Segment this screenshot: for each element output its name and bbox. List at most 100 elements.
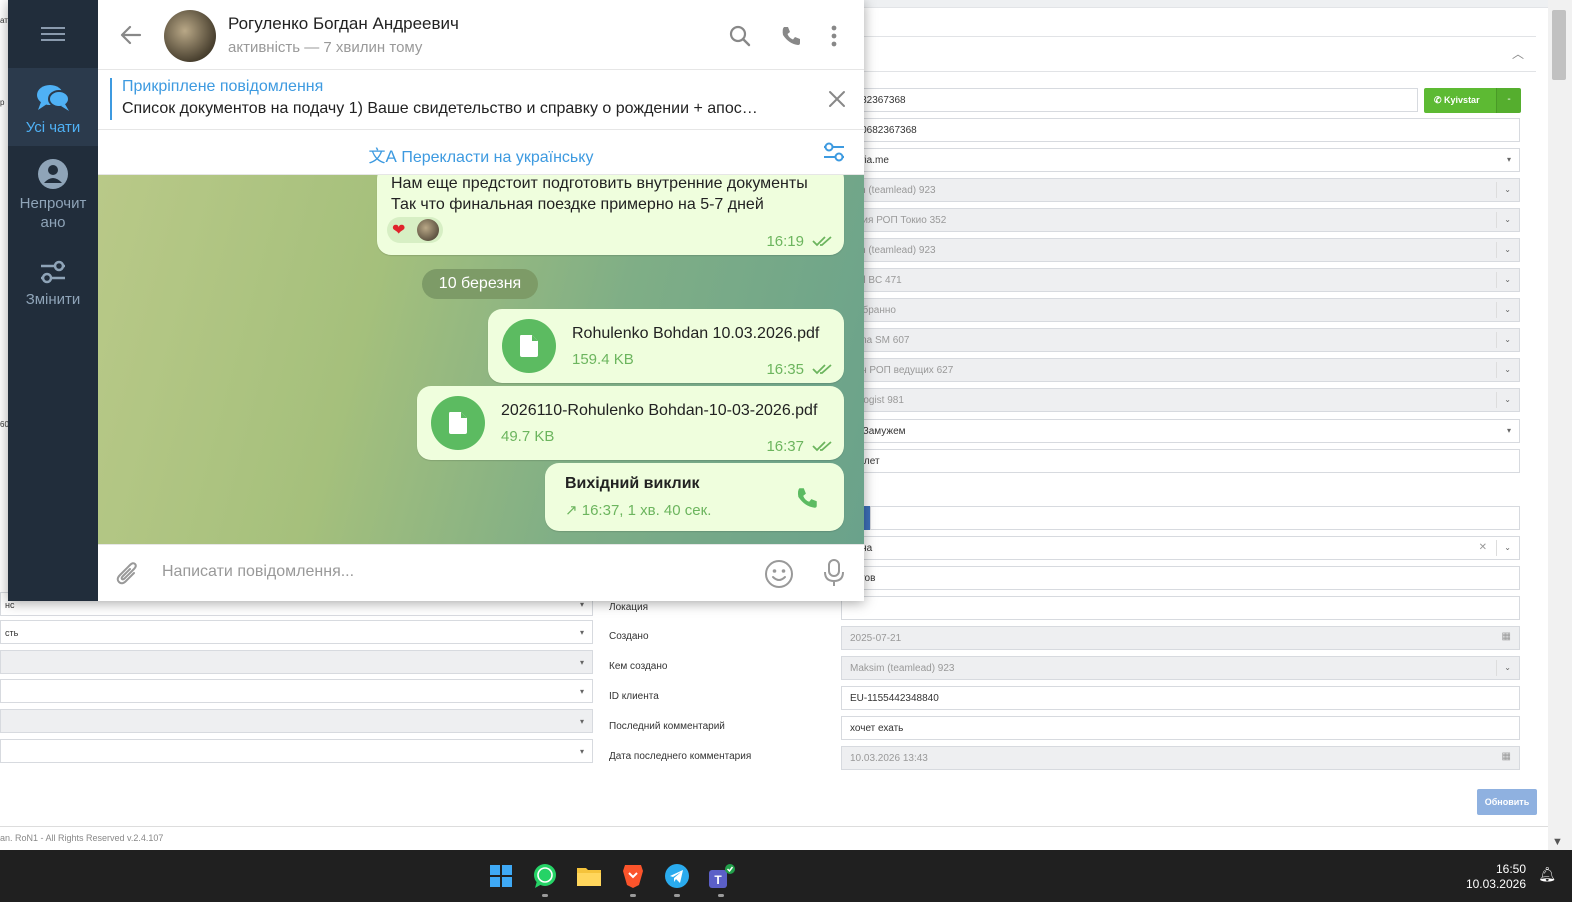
chevron-down-icon: ⌄: [1504, 365, 1511, 374]
message-time: 16:19: [766, 233, 804, 250]
edit-folders-icon: [41, 260, 65, 284]
refresh-button[interactable]: Обновить: [1477, 789, 1537, 815]
file-size: 159.4 KB: [572, 351, 634, 368]
client-id-field[interactable]: EU-1155442348840: [841, 686, 1520, 710]
close-icon[interactable]: [828, 90, 846, 108]
message-list[interactable]: Нам еще предстоит подготовить внутренние…: [98, 175, 864, 544]
document-icon: [449, 412, 467, 434]
file-name: Rohulenko Bohdan 10.03.2026.pdf: [572, 325, 820, 342]
search-icon[interactable]: [728, 24, 752, 48]
file-message[interactable]: Rohulenko Bohdan 10.03.2026.pdf 159.4 KB…: [488, 309, 844, 383]
folder-edit[interactable]: Змінити: [8, 258, 98, 318]
select-field[interactable]: выбранно ⌄: [841, 298, 1520, 322]
file-explorer-icon[interactable]: [574, 861, 604, 891]
translate-button[interactable]: 文A Перекласти на українську: [98, 142, 864, 167]
avatar[interactable]: [164, 10, 216, 62]
select-field[interactable]: erina SM 607 ⌄: [841, 328, 1520, 352]
kyivstar-dropdown-button[interactable]: -: [1496, 88, 1521, 113]
clear-icon[interactable]: ✕: [1479, 542, 1487, 553]
double-check-icon: [812, 236, 832, 247]
left-select[interactable]: сть ▾: [0, 620, 593, 644]
contact-status: активність — 7 хвилин тому: [228, 39, 423, 56]
translate-icon: 文A: [368, 147, 397, 166]
scrollbar-thumb[interactable]: [1552, 10, 1566, 80]
phone-icon[interactable]: [794, 485, 820, 511]
select-field[interactable]: sim (teamlead) 923 ⌄: [841, 238, 1520, 262]
chat-pane: Рогуленко Богдан Андреевич активність — …: [98, 0, 864, 601]
text-field[interactable]: нигов: [841, 566, 1520, 590]
clock[interactable]: 16:50 10.03.2026: [1466, 862, 1526, 892]
file-message[interactable]: 2026110-Rohulenko Bohdan-10-03-2026.pdf …: [417, 386, 844, 460]
windows-start-icon[interactable]: [486, 861, 516, 891]
select-field[interactable]: ат\Замужем ▾: [841, 419, 1520, 443]
page-scrollbar[interactable]: ▼: [1548, 0, 1572, 850]
field-value: сть: [5, 628, 19, 638]
brave-icon[interactable]: [618, 861, 648, 891]
text-field[interactable]: 16 лет: [841, 449, 1520, 473]
select-field[interactable]: омия РОП Токио 352 ⌄: [841, 208, 1520, 232]
clock-time: 16:50: [1495, 862, 1526, 876]
clock-date: 10.03.2026: [1465, 877, 1526, 891]
collapse-icon[interactable]: ︿: [1512, 45, 1524, 62]
translation-settings-icon[interactable]: [822, 140, 846, 164]
folder-all-chats[interactable]: Усі чати: [8, 68, 98, 146]
call-message[interactable]: Вихідний виклик ↗ 16:37, 1 хв. 40 сек.: [545, 463, 844, 531]
left-select[interactable]: ▾: [0, 709, 593, 733]
scroll-down-icon[interactable]: ▼: [1552, 836, 1563, 848]
reactions[interactable]: ❤: [387, 217, 443, 243]
chevron-down-icon: ⌄: [1504, 395, 1511, 404]
chat-header[interactable]: Рогуленко Богдан Андреевич активність — …: [98, 0, 864, 70]
whatsapp-icon[interactable]: [530, 861, 560, 891]
select-field[interactable]: garia.me ▾: [841, 148, 1520, 172]
last-comment-field[interactable]: хочет ехать: [841, 716, 1520, 740]
phone-field[interactable]: 0682367368: [841, 88, 1418, 112]
message-text: Нам еще предстоит подготовить внутренние…: [391, 175, 808, 215]
file-icon[interactable]: [502, 319, 556, 373]
phone-icon: ✆: [1434, 95, 1445, 105]
select-field[interactable]: hail BC 471 ⌄: [841, 268, 1520, 292]
message-input[interactable]: Написати повідомлення...: [162, 563, 354, 581]
crm-panel-header[interactable]: ︿: [864, 36, 1536, 72]
menu-button[interactable]: [8, 0, 98, 68]
left-select[interactable]: ▾: [0, 650, 593, 674]
chevron-down-icon: ⌄: [1504, 305, 1511, 314]
left-select[interactable]: ▾: [0, 739, 593, 763]
created-field[interactable]: 2025-07-21 ▦: [841, 626, 1520, 650]
running-indicator: [542, 894, 548, 897]
emoji-icon[interactable]: [764, 559, 794, 589]
notification-bell-icon[interactable]: 🔔︎: [1538, 866, 1556, 883]
file-icon[interactable]: [431, 396, 485, 450]
select-field[interactable]: рон РОП ведущих 627 ⌄: [841, 358, 1520, 382]
calendar-icon: ▦: [1501, 751, 1511, 762]
composer: Написати повідомлення...: [98, 544, 864, 601]
more-vertical-icon[interactable]: [831, 24, 837, 48]
folder-unread[interactable]: Непрочит ано: [8, 158, 98, 242]
label-created: Создано: [609, 631, 649, 642]
telegram-icon[interactable]: [662, 861, 692, 891]
created-by-field[interactable]: Maksim (teamlead) 923 ⌄: [841, 656, 1520, 680]
attach-icon[interactable]: [116, 561, 140, 587]
select-field[interactable]: y Logist 981 ⌄: [841, 388, 1520, 412]
message-bubble[interactable]: Нам еще предстоит подготовить внутренние…: [377, 175, 844, 255]
pinned-message[interactable]: Прикріплене повідомлення Список документ…: [98, 70, 864, 130]
select-field[interactable]: sim (teamlead) 923 ⌄: [841, 178, 1520, 202]
phone-alt-field[interactable]: 380682367368: [841, 118, 1520, 142]
location-field[interactable]: [841, 596, 1520, 620]
last-comment-date-field[interactable]: 10.03.2026 13:43 ▦: [841, 746, 1520, 770]
left-select[interactable]: ▾: [0, 679, 593, 703]
field-value: 2025-07-21: [850, 633, 902, 644]
microphone-icon[interactable]: [823, 558, 845, 588]
teams-icon[interactable]: T: [706, 861, 736, 891]
select-field[interactable]: аина✕⌄: [841, 536, 1520, 560]
call-title: Вихідний виклик: [565, 475, 700, 492]
text-field[interactable]: [870, 506, 1520, 530]
calendar-icon: ▦: [1501, 631, 1511, 642]
field-value: омия РОП Токио 352: [850, 215, 947, 226]
caret-icon: ▾: [579, 658, 584, 667]
label-client-id: ID клиента: [609, 691, 659, 702]
contact-name: Рогуленко Богдан Андреевич: [228, 14, 459, 33]
phone-icon[interactable]: [779, 24, 803, 48]
kyivstar-call-button[interactable]: ✆ Kyivstar: [1424, 88, 1496, 113]
back-arrow-icon[interactable]: [118, 22, 144, 48]
double-check-icon: [812, 441, 832, 452]
